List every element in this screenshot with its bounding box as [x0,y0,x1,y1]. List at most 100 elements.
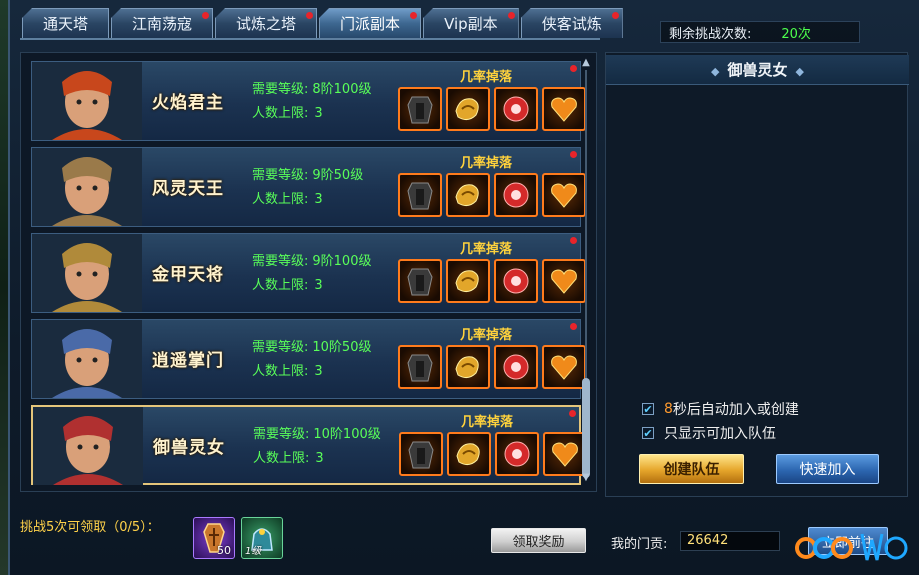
dungeon-row[interactable]: 风灵天王 需要等级: 9阶50级 人数上限: 3 几率掉落 [31,147,586,227]
required-level-label: 需要等级: [252,168,309,183]
reward-items: 50 1级 [193,517,283,559]
check-icon[interactable]: ✔ [642,403,654,415]
notification-dot [570,323,577,330]
player-limit: 人数上限: 3 [252,360,323,379]
required-level-value: 8阶100级 [312,82,372,97]
dungeon-row[interactable]: 御兽灵女 需要等级: 10阶100级 人数上限: 3 几率掉落 [31,405,587,485]
player-limit-value: 3 [315,451,324,466]
boss-portrait [32,62,142,140]
required-level-value: 10阶100级 [313,427,381,442]
required-level-label: 需要等级: [252,254,309,269]
player-limit: 人数上限: 3 [253,447,324,466]
player-limit-value: 3 [314,192,323,207]
quick-join-button[interactable]: 快速加入 [776,454,879,484]
boss-name: 金甲天将 [152,265,224,285]
notification-dot [570,151,577,158]
list-scrollbar[interactable]: ▲ ▼ [580,58,592,483]
drop-items [398,345,586,389]
dungeon-list: 火焰君主 需要等级: 8阶100级 人数上限: 3 几率掉落 风灵天王 需要等级: 9阶50级人… [20,52,597,492]
red-orb-icon[interactable] [494,87,538,131]
player-limit-value: 3 [314,106,323,121]
player-limit: 人数上限: 3 [252,102,323,121]
required-level-value: 9阶100级 [312,254,372,269]
boss-portrait [32,148,142,226]
dark-armor-icon[interactable] [399,432,443,476]
red-orb-icon[interactable] [494,259,538,303]
panel-title-text: 御兽灵女 [727,61,788,79]
red-orb-icon[interactable] [494,345,538,389]
scroll-up-icon[interactable]: ▲ [580,58,592,68]
bag-reward-icon[interactable]: 1级 [241,517,283,559]
required-level-value: 10阶50级 [312,340,372,355]
tab-bar: 通天塔 江南荡寇 试炼之塔 门派副本 Vip副本 侠客试炼 [22,8,623,40]
drop-items [398,259,586,303]
tab-vip-dungeon[interactable]: Vip副本 [423,8,519,38]
tab-label: 门派副本 [340,15,401,33]
tab-jiangnan[interactable]: 江南荡寇 [111,8,214,38]
sect-contribution-value: 26642 [680,531,780,551]
dark-armor-icon[interactable] [398,173,442,217]
player-limit: 人数上限: 3 [252,188,323,207]
red-orb-icon[interactable] [495,432,539,476]
required-level-label: 需要等级: [252,82,309,97]
drop-items [399,432,587,476]
golden-scroll-icon[interactable] [446,87,490,131]
scroll-down-icon[interactable]: ▼ [580,473,592,483]
player-limit: 人数上限: 3 [252,274,323,293]
golden-scroll-icon[interactable] [446,259,490,303]
drop-title: 几率掉落 [460,70,513,85]
background-edge [0,0,8,575]
tab-hero-trial[interactable]: 侠客试炼 [520,8,623,38]
dungeon-row[interactable]: 火焰君主 需要等级: 8阶100级 人数上限: 3 几率掉落 [31,61,586,141]
player-limit-value: 3 [314,364,323,379]
dark-armor-icon[interactable] [398,87,442,131]
required-level: 需要等级: 9阶50级 [252,164,363,183]
notification-dot [507,12,515,19]
panel-title: ◆ 御兽灵女 ◆ [606,55,909,85]
tab-label: 试炼之塔 [236,15,297,33]
tab-trial-tower[interactable]: 试炼之塔 [215,8,318,38]
auto-join-text: 秒后自动加入或创建 [672,402,799,418]
notification-dot [202,12,210,19]
dungeon-row[interactable]: 逍遥掌门 需要等级: 10阶50级 人数上限: 3 几率掉落 [31,319,586,399]
tab-label: Vip副本 [444,15,498,33]
tab-label: 江南荡寇 [132,15,193,33]
dungeon-row[interactable]: 金甲天将 需要等级: 9阶100级 人数上限: 3 几率掉落 [31,233,586,313]
red-orb-icon[interactable] [494,173,538,217]
claim-reward-button[interactable]: 领取奖励 [491,528,586,553]
notification-dot [569,410,576,417]
player-limit-label: 人数上限: [252,192,309,207]
tab-underline [20,38,600,40]
check-icon[interactable]: ✔ [642,427,654,439]
tab-label: 侠客试炼 [541,15,602,33]
notification-dot [570,65,577,72]
drop-title: 几率掉落 [460,242,513,257]
show-joinable-checkbox[interactable]: ✔ 只显示可加入队伍 [642,423,776,443]
scroll-thumb[interactable] [582,378,590,478]
ornament-icon: ◆ [795,65,804,78]
tab-sect-dungeon[interactable]: 门派副本 [319,8,422,38]
challenge-reward-text: 挑战5次可领取（0/5）： [20,520,160,535]
tab-tongtianta[interactable]: 通天塔 [22,8,110,38]
golden-scroll-icon[interactable] [446,173,490,217]
notification-dot [570,237,577,244]
boss-portrait [32,234,142,312]
coffin-reward-icon[interactable]: 50 [193,517,235,559]
required-level: 需要等级: 9阶100级 [252,250,371,269]
dark-armor-icon[interactable] [398,345,442,389]
required-level: 需要等级: 10阶100级 [253,423,381,442]
auto-join-checkbox[interactable]: ✔ 8 秒后自动加入或创建 [642,399,799,419]
auto-join-seconds: 8 [664,401,673,417]
boss-portrait [32,320,142,398]
sect-contribution-label: 我的门贡: [611,537,668,552]
golden-scroll-icon[interactable] [446,345,490,389]
create-team-button[interactable]: 创建队伍 [639,454,744,484]
dark-armor-icon[interactable] [398,259,442,303]
boss-name: 御兽灵女 [153,438,225,458]
player-limit-label: 人数上限: [252,278,309,293]
required-level: 需要等级: 10阶50级 [252,336,371,355]
golden-scroll-icon[interactable] [447,432,491,476]
tab-label: 通天塔 [43,15,89,33]
drop-title: 几率掉落 [461,415,514,430]
required-level-label: 需要等级: [253,427,310,442]
